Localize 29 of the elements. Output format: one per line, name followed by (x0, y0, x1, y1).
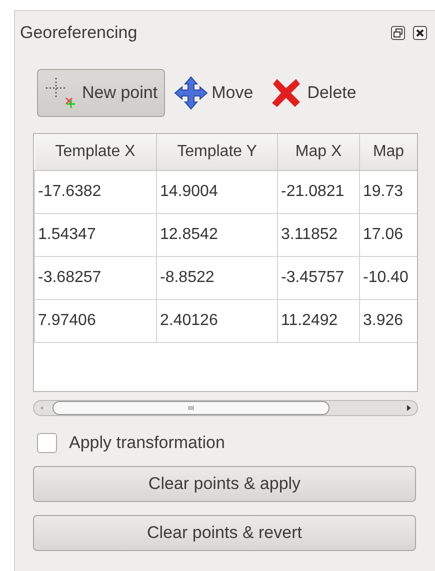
table-cell: -17.6382 (34, 170, 156, 213)
table-cell: -3.68257 (34, 256, 156, 299)
column-header[interactable]: Template X (34, 134, 156, 170)
float-icon[interactable] (391, 26, 405, 40)
move-arrows-icon (174, 76, 208, 110)
action-button[interactable]: Clear points & revert (33, 515, 416, 551)
table-cell: 7.97406 (34, 299, 156, 342)
action-button[interactable]: Clear points & apply (33, 466, 416, 502)
table-cell: -8.8522 (156, 256, 278, 299)
column-header[interactable]: Template Y (156, 134, 278, 170)
tool-button[interactable]: Move (166, 69, 260, 117)
checkbox-label: Apply transformation (69, 433, 225, 453)
column-header[interactable]: Map X (278, 134, 360, 170)
table-cell: 14.9004 (156, 170, 278, 213)
tool-button[interactable]: New point (37, 69, 165, 117)
table-cell: 2.40126 (156, 299, 278, 342)
crosshair-icon (44, 76, 78, 110)
close-icon[interactable] (413, 26, 427, 40)
table-cell: -3.45757 (278, 256, 360, 299)
table-cell: 3.11852 (278, 213, 360, 256)
table-cell: 11.2492 (278, 299, 360, 342)
column-header[interactable]: Map (360, 134, 417, 170)
checkbox[interactable] (37, 433, 57, 453)
tool-button[interactable]: Delete (262, 69, 364, 117)
table-cell: 12.8542 (156, 213, 278, 256)
panel-title: Georeferencing (20, 23, 138, 43)
table-cell: 1.54347 (34, 213, 156, 256)
table-cell: -21.0821 (278, 170, 360, 213)
horizontal-scrollbar[interactable] (33, 400, 418, 416)
